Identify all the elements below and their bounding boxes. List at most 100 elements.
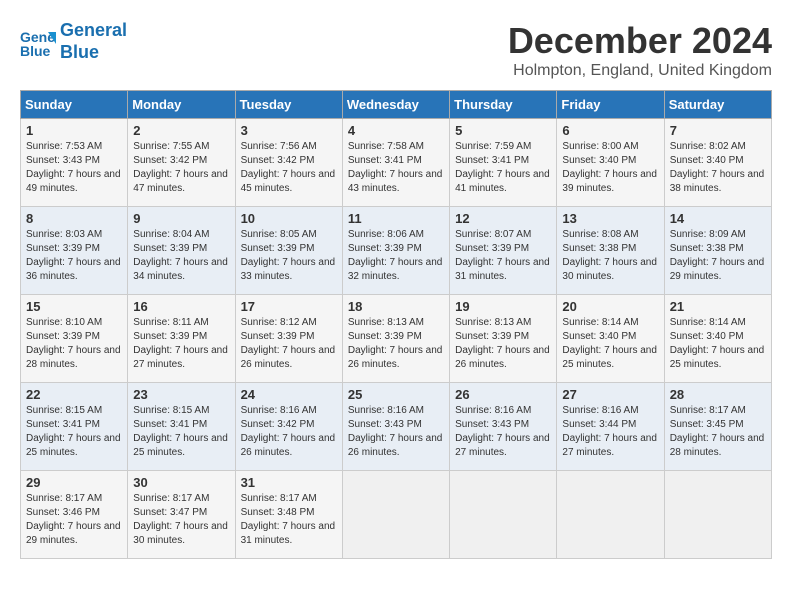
cell-content: Sunrise: 8:05 AM Sunset: 3:39 PM Dayligh… xyxy=(241,228,337,284)
day-number: 10 xyxy=(241,211,337,226)
sunrise: Sunrise: 8:05 AM xyxy=(241,228,337,242)
daylight: Daylight: 7 hours and 43 minutes. xyxy=(348,168,444,196)
logo-text: General Blue xyxy=(60,20,127,63)
day-number: 19 xyxy=(455,299,551,314)
calendar-cell: 11 Sunrise: 8:06 AM Sunset: 3:39 PM Dayl… xyxy=(342,207,449,295)
day-number: 12 xyxy=(455,211,551,226)
sunrise: Sunrise: 7:55 AM xyxy=(133,140,229,154)
sunrise: Sunrise: 8:04 AM xyxy=(133,228,229,242)
sunset: Sunset: 3:48 PM xyxy=(241,506,337,520)
day-number: 3 xyxy=(241,123,337,138)
sunset: Sunset: 3:39 PM xyxy=(241,330,337,344)
calendar-cell: 15 Sunrise: 8:10 AM Sunset: 3:39 PM Dayl… xyxy=(21,295,128,383)
cell-content: Sunrise: 8:16 AM Sunset: 3:43 PM Dayligh… xyxy=(348,404,444,460)
calendar-cell: 12 Sunrise: 8:07 AM Sunset: 3:39 PM Dayl… xyxy=(450,207,557,295)
title-block: December 2024 Holmpton, England, United … xyxy=(508,20,772,80)
logo-line2: Blue xyxy=(60,42,99,62)
sunrise: Sunrise: 8:16 AM xyxy=(241,404,337,418)
sunrise: Sunrise: 8:12 AM xyxy=(241,316,337,330)
sunset: Sunset: 3:39 PM xyxy=(241,242,337,256)
sunset: Sunset: 3:43 PM xyxy=(26,154,122,168)
sunset: Sunset: 3:38 PM xyxy=(562,242,658,256)
cell-content: Sunrise: 7:55 AM Sunset: 3:42 PM Dayligh… xyxy=(133,140,229,196)
calendar-cell: 21 Sunrise: 8:14 AM Sunset: 3:40 PM Dayl… xyxy=(664,295,771,383)
svg-text:Blue: Blue xyxy=(20,43,51,59)
daylight: Daylight: 7 hours and 28 minutes. xyxy=(670,432,766,460)
daylight: Daylight: 7 hours and 25 minutes. xyxy=(133,432,229,460)
day-number: 28 xyxy=(670,387,766,402)
calendar-cell: 7 Sunrise: 8:02 AM Sunset: 3:40 PM Dayli… xyxy=(664,119,771,207)
cell-content: Sunrise: 8:15 AM Sunset: 3:41 PM Dayligh… xyxy=(26,404,122,460)
sunset: Sunset: 3:47 PM xyxy=(133,506,229,520)
day-number: 17 xyxy=(241,299,337,314)
col-header-thursday: Thursday xyxy=(450,91,557,119)
day-number: 26 xyxy=(455,387,551,402)
daylight: Daylight: 7 hours and 26 minutes. xyxy=(348,344,444,372)
daylight: Daylight: 7 hours and 26 minutes. xyxy=(455,344,551,372)
sunrise: Sunrise: 8:17 AM xyxy=(670,404,766,418)
sunrise: Sunrise: 8:16 AM xyxy=(348,404,444,418)
day-number: 13 xyxy=(562,211,658,226)
day-number: 21 xyxy=(670,299,766,314)
calendar-cell: 26 Sunrise: 8:16 AM Sunset: 3:43 PM Dayl… xyxy=(450,383,557,471)
cell-content: Sunrise: 8:16 AM Sunset: 3:44 PM Dayligh… xyxy=(562,404,658,460)
cell-content: Sunrise: 8:09 AM Sunset: 3:38 PM Dayligh… xyxy=(670,228,766,284)
cell-content: Sunrise: 8:10 AM Sunset: 3:39 PM Dayligh… xyxy=(26,316,122,372)
cell-content: Sunrise: 8:17 AM Sunset: 3:47 PM Dayligh… xyxy=(133,492,229,548)
calendar-cell xyxy=(342,471,449,559)
day-number: 30 xyxy=(133,475,229,490)
logo-line1: General xyxy=(60,20,127,40)
sunrise: Sunrise: 7:58 AM xyxy=(348,140,444,154)
col-header-sunday: Sunday xyxy=(21,91,128,119)
calendar-cell: 25 Sunrise: 8:16 AM Sunset: 3:43 PM Dayl… xyxy=(342,383,449,471)
cell-content: Sunrise: 8:13 AM Sunset: 3:39 PM Dayligh… xyxy=(455,316,551,372)
calendar-cell xyxy=(557,471,664,559)
sunset: Sunset: 3:39 PM xyxy=(348,242,444,256)
cell-content: Sunrise: 8:15 AM Sunset: 3:41 PM Dayligh… xyxy=(133,404,229,460)
cell-content: Sunrise: 8:04 AM Sunset: 3:39 PM Dayligh… xyxy=(133,228,229,284)
sunset: Sunset: 3:39 PM xyxy=(455,242,551,256)
calendar-cell: 2 Sunrise: 7:55 AM Sunset: 3:42 PM Dayli… xyxy=(128,119,235,207)
calendar-cell: 14 Sunrise: 8:09 AM Sunset: 3:38 PM Dayl… xyxy=(664,207,771,295)
sunset: Sunset: 3:45 PM xyxy=(670,418,766,432)
sunset: Sunset: 3:38 PM xyxy=(670,242,766,256)
daylight: Daylight: 7 hours and 39 minutes. xyxy=(562,168,658,196)
sunset: Sunset: 3:41 PM xyxy=(348,154,444,168)
cell-content: Sunrise: 8:14 AM Sunset: 3:40 PM Dayligh… xyxy=(562,316,658,372)
day-number: 31 xyxy=(241,475,337,490)
sunset: Sunset: 3:39 PM xyxy=(26,242,122,256)
logo: General Blue General Blue xyxy=(20,20,127,63)
daylight: Daylight: 7 hours and 29 minutes. xyxy=(26,520,122,548)
daylight: Daylight: 7 hours and 45 minutes. xyxy=(241,168,337,196)
sunrise: Sunrise: 7:59 AM xyxy=(455,140,551,154)
day-number: 5 xyxy=(455,123,551,138)
daylight: Daylight: 7 hours and 47 minutes. xyxy=(133,168,229,196)
day-number: 16 xyxy=(133,299,229,314)
daylight: Daylight: 7 hours and 25 minutes. xyxy=(562,344,658,372)
sunset: Sunset: 3:39 PM xyxy=(348,330,444,344)
sunrise: Sunrise: 8:13 AM xyxy=(348,316,444,330)
daylight: Daylight: 7 hours and 31 minutes. xyxy=(241,520,337,548)
calendar-cell: 4 Sunrise: 7:58 AM Sunset: 3:41 PM Dayli… xyxy=(342,119,449,207)
day-number: 1 xyxy=(26,123,122,138)
cell-content: Sunrise: 8:17 AM Sunset: 3:46 PM Dayligh… xyxy=(26,492,122,548)
logo-icon: General Blue xyxy=(20,24,56,60)
sunset: Sunset: 3:44 PM xyxy=(562,418,658,432)
cell-content: Sunrise: 8:17 AM Sunset: 3:45 PM Dayligh… xyxy=(670,404,766,460)
sunrise: Sunrise: 8:15 AM xyxy=(26,404,122,418)
sunrise: Sunrise: 8:06 AM xyxy=(348,228,444,242)
sunrise: Sunrise: 8:07 AM xyxy=(455,228,551,242)
cell-content: Sunrise: 8:06 AM Sunset: 3:39 PM Dayligh… xyxy=(348,228,444,284)
calendar-cell: 22 Sunrise: 8:15 AM Sunset: 3:41 PM Dayl… xyxy=(21,383,128,471)
sunset: Sunset: 3:41 PM xyxy=(26,418,122,432)
daylight: Daylight: 7 hours and 31 minutes. xyxy=(455,256,551,284)
header-row: SundayMondayTuesdayWednesdayThursdayFrid… xyxy=(21,91,772,119)
day-number: 23 xyxy=(133,387,229,402)
day-number: 2 xyxy=(133,123,229,138)
sunset: Sunset: 3:42 PM xyxy=(241,154,337,168)
sunrise: Sunrise: 8:11 AM xyxy=(133,316,229,330)
cell-content: Sunrise: 7:56 AM Sunset: 3:42 PM Dayligh… xyxy=(241,140,337,196)
day-number: 29 xyxy=(26,475,122,490)
daylight: Daylight: 7 hours and 28 minutes. xyxy=(26,344,122,372)
daylight: Daylight: 7 hours and 34 minutes. xyxy=(133,256,229,284)
